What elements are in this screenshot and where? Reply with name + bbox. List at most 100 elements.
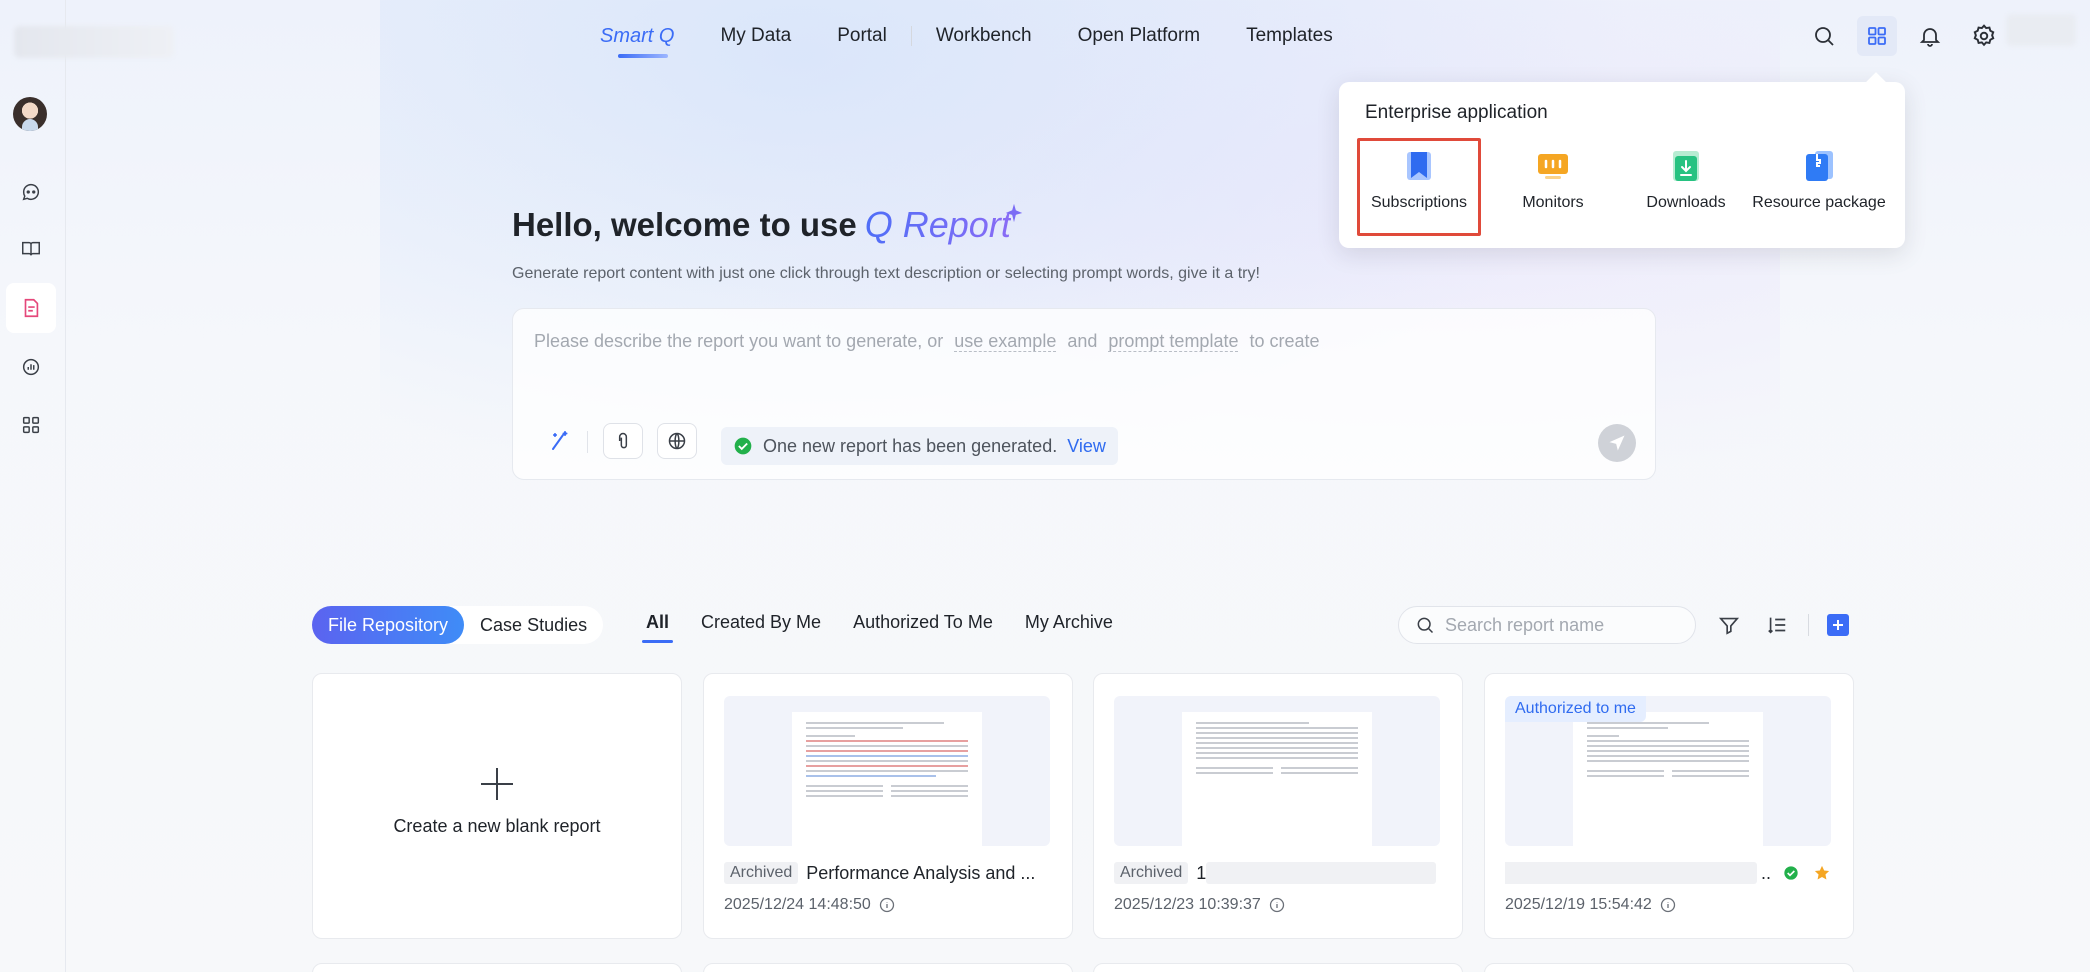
- sort-button[interactable]: [1762, 610, 1792, 640]
- sidebar-item-book[interactable]: [6, 224, 56, 274]
- sidebar-item-chat[interactable]: [6, 167, 56, 217]
- app-label: Resource package: [1752, 194, 1886, 211]
- sidebar: [0, 0, 174, 972]
- info-icon[interactable]: [1269, 897, 1285, 913]
- settings-button[interactable]: [1964, 16, 2004, 56]
- filter-icon: [1718, 617, 1740, 635]
- report-card[interactable]: [312, 963, 682, 972]
- magic-wand-button[interactable]: [539, 423, 579, 459]
- attach-button[interactable]: [603, 423, 643, 459]
- app-logo: [14, 26, 174, 58]
- app-subscriptions[interactable]: Subscriptions: [1357, 138, 1481, 236]
- prompt-template-link[interactable]: prompt template: [1108, 331, 1239, 352]
- card-title: Archived 1: [1114, 860, 1440, 886]
- download-icon: [1673, 151, 1699, 181]
- book-icon: [22, 241, 40, 256]
- report-card[interactable]: Authorized to me .. 2025/12/19 15:54:42: [1484, 673, 1854, 939]
- card-title: Archived Performance Analysis and ...: [724, 860, 1050, 886]
- page-subtitle: Generate report content with just one cl…: [512, 265, 1260, 282]
- nav-item-portal[interactable]: Portal: [837, 25, 887, 47]
- nav-item-open-platform[interactable]: Open Platform: [1078, 25, 1201, 47]
- nav-item-my-data[interactable]: My Data: [720, 25, 791, 47]
- tab-all[interactable]: All: [641, 612, 674, 643]
- q-report-brand: Q Report: [864, 204, 1011, 245]
- nav-item-workbench[interactable]: Workbench: [936, 25, 1032, 47]
- analytics-icon: [22, 358, 40, 376]
- check-circle-icon: [1784, 866, 1798, 880]
- nav-divider: [910, 26, 912, 46]
- report-card[interactable]: [1484, 963, 1854, 972]
- report-date: 2025/12/24 14:48:50: [724, 896, 871, 913]
- report-card[interactable]: Archived Performance Analysis and ... 20…: [703, 673, 1073, 939]
- nav-item-templates[interactable]: Templates: [1246, 25, 1333, 47]
- sidebar-item-analytics[interactable]: [6, 342, 56, 392]
- search-input[interactable]: [1445, 614, 1685, 636]
- grid-icon: [1868, 27, 1886, 45]
- prompt-placeholder[interactable]: Please describe the report you want to g…: [534, 331, 1320, 352]
- user-menu[interactable]: [2006, 14, 2076, 46]
- info-icon[interactable]: [1660, 897, 1676, 913]
- tab-created-by-me[interactable]: Created By Me: [701, 612, 821, 633]
- report-card[interactable]: [703, 963, 1073, 972]
- sidebar-item-apps[interactable]: [6, 400, 56, 450]
- avatar[interactable]: [13, 97, 47, 131]
- bell-icon: [1919, 28, 1941, 47]
- redacted-title: [1505, 862, 1757, 884]
- report-card[interactable]: Archived 1 2025/12/23 10:39:37: [1093, 673, 1463, 939]
- new-report-card[interactable]: Create a new blank report: [312, 673, 682, 939]
- archived-tag: Archived: [724, 862, 799, 884]
- toolbar-divider: [587, 431, 588, 453]
- tab-authorized-to-me[interactable]: Authorized To Me: [853, 612, 993, 633]
- welcome-text: Hello, welcome to use: [512, 206, 857, 243]
- app-monitors[interactable]: Monitors: [1491, 138, 1615, 236]
- apps-grid-button[interactable]: [1857, 16, 1897, 56]
- notice-text: One new report has been generated.: [763, 435, 1058, 456]
- sidebar-item-report[interactable]: [6, 283, 56, 333]
- tab-my-archive[interactable]: My Archive: [1025, 612, 1113, 633]
- archived-tag: Archived: [1114, 862, 1189, 884]
- segment-case-studies[interactable]: Case Studies: [464, 606, 603, 644]
- search-icon: [1815, 27, 1834, 46]
- report-title: 1: [1196, 862, 1207, 883]
- card-date: 2025/12/24 14:48:50: [724, 896, 895, 914]
- prompt-to-create-text: to create: [1249, 331, 1320, 351]
- app-downloads[interactable]: Downloads: [1624, 138, 1748, 236]
- filter-tabs: All Created By Me Authorized To Me My Ar…: [641, 612, 1145, 643]
- redacted-title: [1206, 862, 1437, 884]
- nav-item-smart-q[interactable]: Smart Q: [600, 25, 674, 58]
- report-date: 2025/12/19 15:54:42: [1505, 896, 1652, 913]
- prompt-placeholder-text: Please describe the report you want to g…: [534, 331, 944, 351]
- use-example-link[interactable]: use example: [954, 331, 1057, 352]
- search-button[interactable]: [1804, 16, 1844, 56]
- app-resource-package[interactable]: Resource package: [1752, 138, 1886, 236]
- report-search: [1398, 606, 1696, 644]
- send-icon: [1609, 435, 1625, 451]
- info-icon[interactable]: [879, 897, 895, 913]
- report-thumbnail: Authorized to me: [1505, 696, 1831, 846]
- web-search-button[interactable]: [657, 423, 697, 459]
- report-title: ..: [1760, 862, 1771, 883]
- view-link[interactable]: View: [1067, 436, 1106, 457]
- new-report-label: Create a new blank report: [393, 815, 601, 836]
- gear-icon: [1973, 24, 1995, 47]
- app-label: Subscriptions: [1370, 194, 1468, 211]
- generated-notice: One new report has been generated. View: [721, 427, 1118, 465]
- top-nav: Smart Q My Data Portal Workbench Open Pl…: [600, 18, 1379, 58]
- star-icon[interactable]: [1813, 864, 1831, 882]
- globe-icon: [668, 432, 686, 450]
- prompt-box[interactable]: Please describe the report you want to g…: [512, 308, 1656, 480]
- filter-button[interactable]: [1714, 610, 1744, 640]
- toolbar-divider: [1808, 614, 1809, 636]
- send-button[interactable]: [1598, 424, 1636, 462]
- chat-icon: [22, 183, 40, 201]
- app-label: Monitors: [1522, 194, 1584, 211]
- monitor-icon: [1538, 154, 1568, 179]
- segment-file-repository[interactable]: File Repository: [312, 606, 465, 644]
- report-thumbnail: [724, 696, 1050, 846]
- report-card[interactable]: [1093, 963, 1463, 972]
- notifications-button[interactable]: [1910, 16, 1950, 56]
- package-icon: [1806, 151, 1833, 181]
- apps-icon: [22, 416, 40, 434]
- report-date: 2025/12/23 10:39:37: [1114, 896, 1261, 913]
- add-report-button[interactable]: [1827, 614, 1849, 636]
